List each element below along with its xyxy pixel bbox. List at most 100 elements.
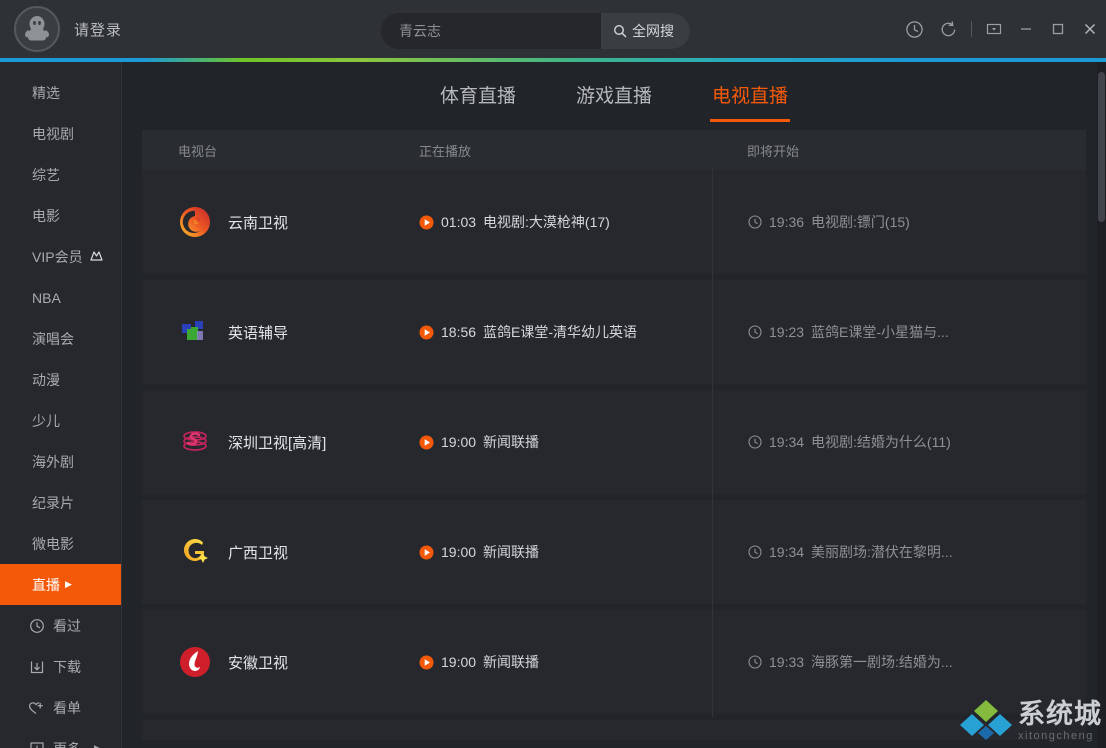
avatar[interactable] [14,6,60,52]
sidebar-item-zhibo[interactable]: 直播 ▶ [0,564,121,605]
upcoming-title: 海豚第一剧场:结婚为... [811,654,953,670]
upcoming-title: 美丽剧场:潜伏在黎明... [811,544,953,560]
table-row[interactable]: 英语辅导 18:56 蓝鸽E课堂-清华幼儿英语 19:23 蓝鸽E课堂-小星猫与… [142,277,1086,390]
now-playing-title: 电视剧:大漠枪神(17) [483,214,610,230]
table-row[interactable]: 云南卫视 01:03 电视剧:大漠枪神(17) 19:36 电视剧:镖门(15) [142,167,1086,280]
table-row[interactable]: 安徽卫视 19:00 新闻联播 19:33 海豚第一剧场:结婚为... [142,607,1086,720]
watermark-subtitle: xitongcheng [1018,729,1094,742]
app-window: 请登录 全网搜 [0,0,1106,748]
live-tabs: 体育直播 游戏直播 电视直播 [122,62,1106,130]
penguin-icon [25,16,49,41]
play-icon [419,325,434,340]
shenzhen-tv-logo [178,425,212,459]
refresh-glyph [941,20,955,36]
upcoming-time: 19:33 [769,654,805,670]
clock-icon [748,435,762,449]
channel-table: 电视台 正在播放 即将开始 云南卫视 01:03 电视剧:大漠枪神(17) 19… [122,130,1106,740]
tab-label: 体育直播 [439,85,516,107]
sidebar-item-label: NBA [32,289,61,306]
play-icon [419,655,434,670]
now-playing-cell: 19:00 新闻联播 [419,432,712,452]
close-glyph [1085,24,1095,34]
table-row[interactable] [142,720,1086,740]
sidebar-item-label: VIP会员 [32,248,83,265]
history-clock-glyph [905,20,923,38]
sidebar-item-label: 微电影 [32,535,74,552]
search-button[interactable]: 全网搜 [601,13,690,49]
upcoming-cell: 19:23 蓝鸽E课堂-小星猫与... [712,277,1086,387]
controls-divider [971,21,972,37]
login-label[interactable]: 请登录 [74,19,122,40]
refresh-icon[interactable] [931,0,965,58]
channel-cell[interactable]: 深圳卫视[高清] [142,425,419,459]
sidebar-item-shaoer[interactable]: 少儿 [0,400,121,441]
sidebar-item-zongyi[interactable]: 综艺 [0,154,121,195]
sidebar-item-haiwaiju[interactable]: 海外剧 [0,441,121,482]
scrollbar-thumb[interactable] [1098,72,1105,222]
sidebar-item-weidianying[interactable]: 微电影 [0,523,121,564]
sidebar-item-yanchanghui[interactable]: 演唱会 [0,318,121,359]
upcoming-time: 19:23 [769,324,805,340]
tab-sports-live[interactable]: 体育直播 [438,75,518,122]
upcoming-time: 19:36 [769,214,805,230]
sidebar-item-label: 电视剧 [32,125,74,142]
sidebar-item-label: 少儿 [32,412,60,429]
sidebar-item-dongman[interactable]: 动漫 [0,359,121,400]
channel-name: 英语辅导 [228,324,289,342]
now-playing-time: 01:03 [441,214,477,230]
sidebar-item-label: 更多 [53,739,81,748]
table-row[interactable]: 广西卫视 19:00 新闻联播 19:34 美丽剧场:潜伏在黎明... [142,497,1086,610]
sidebar-item-label: 纪录片 [32,494,74,511]
now-playing-title: 新闻联播 [483,654,540,670]
table-row[interactable]: 深圳卫视[高清] 19:00 新闻联播 19:34 电视剧:结婚为什么(11) [142,387,1086,500]
plus-box-icon [28,740,45,748]
history-clock-icon [28,617,45,634]
channel-cell[interactable]: 英语辅导 [142,315,419,349]
mini-window-icon[interactable] [978,0,1010,58]
sidebar-item-gengduo[interactable]: 更多 ▶ [0,728,121,748]
watermark-text: 系统城 xitongcheng [1018,700,1102,742]
window-controls [897,0,1106,58]
search-box[interactable]: 全网搜 [381,13,690,49]
sidebar-item-xiazai[interactable]: 下载 [0,646,121,687]
search-input[interactable] [381,13,601,49]
clock-icon [748,655,762,669]
sidebar-item-jingxuan[interactable]: 精选 [0,72,121,113]
vertical-scrollbar[interactable] [1097,62,1106,748]
channel-cell[interactable]: 云南卫视 [142,205,419,239]
sidebar-item-kanguo[interactable]: 看过 [0,605,121,646]
tab-tv-live[interactable]: 电视直播 [710,75,791,122]
sidebar-item-nba[interactable]: NBA [0,277,121,318]
chevron-right-icon: ▶ [94,743,101,748]
play-icon [419,545,434,560]
sidebar-item-dianying[interactable]: 电影 [0,195,121,236]
close-icon[interactable] [1074,0,1106,58]
upcoming-cell: 19:36 电视剧:镖门(15) [712,167,1086,277]
chevron-right-icon: ▶ [65,579,72,589]
sidebar-item-label: 看过 [53,617,81,634]
clock-icon [748,545,762,559]
minimize-icon[interactable] [1010,0,1042,58]
sidebar: 精选 电视剧 综艺 电影 VIP会员 NBA 演唱会 动漫 少儿 海外剧 纪录片… [0,62,122,748]
guangxi-tv-logo [178,535,212,569]
sidebar-item-label: 下载 [53,658,81,675]
vip-crown-icon [89,249,104,264]
column-header-now-playing: 正在播放 [419,143,472,159]
search-button-label: 全网搜 [632,23,674,39]
history-icon[interactable] [897,0,931,58]
tab-game-live[interactable]: 游戏直播 [574,75,654,122]
sidebar-item-vip[interactable]: VIP会员 [0,236,121,277]
channel-cell[interactable]: 广西卫视 [142,535,419,569]
sidebar-item-label: 动漫 [32,371,60,388]
now-playing-cell: 18:56 蓝鸽E课堂-清华幼儿英语 [419,322,712,342]
sidebar-item-label: 海外剧 [32,453,74,470]
channel-name: 广西卫视 [228,544,289,562]
heart-plus-icon [28,699,45,716]
qq-penguin-avatar[interactable] [14,6,60,52]
channel-cell[interactable]: 安徽卫视 [142,645,419,679]
sidebar-item-jilupian[interactable]: 纪录片 [0,482,121,523]
sidebar-item-kandan[interactable]: 看单 [0,687,121,728]
maximize-icon[interactable] [1042,0,1074,58]
sidebar-item-dianshiju[interactable]: 电视剧 [0,113,121,154]
now-playing-time: 19:00 [441,544,477,560]
